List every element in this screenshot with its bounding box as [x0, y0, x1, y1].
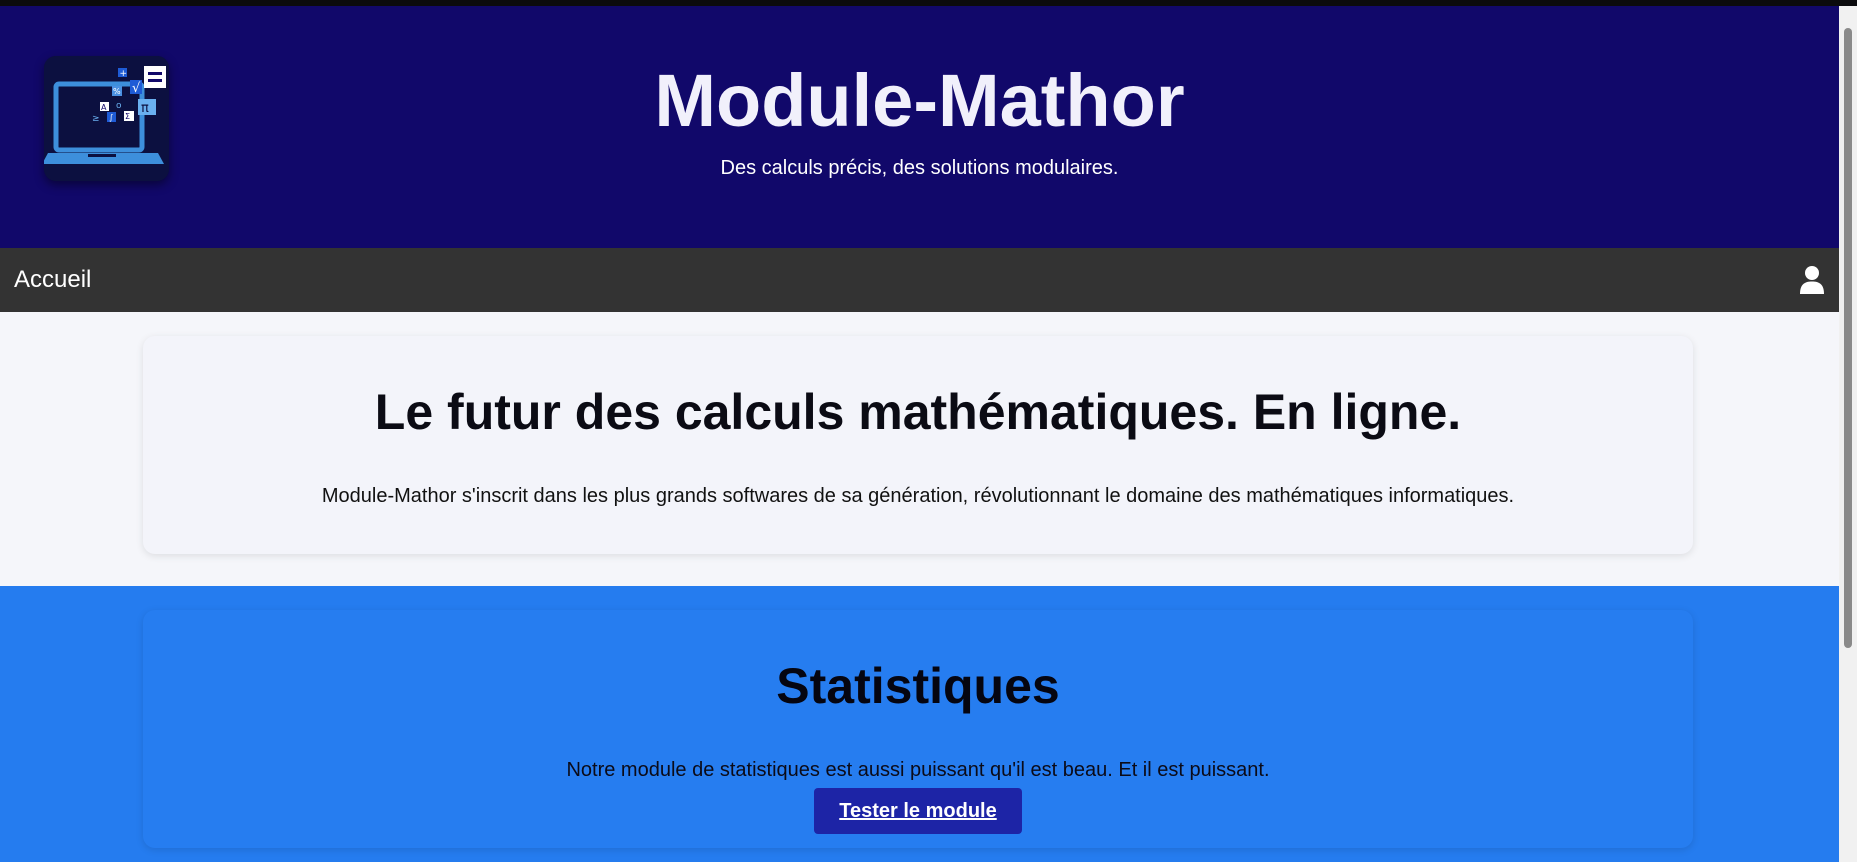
scrollbar-thumb[interactable]: [1844, 28, 1852, 648]
nav-home-link[interactable]: Accueil: [14, 265, 91, 295]
stats-heading: Statistiques: [776, 658, 1060, 714]
site-title: Module-Mathor: [654, 59, 1185, 142]
navbar: Accueil: [0, 248, 1839, 312]
page-scrollbar[interactable]: [1839, 6, 1857, 862]
site-tagline: Des calculs précis, des solutions modula…: [720, 157, 1119, 179]
page: √ + % π o A Σ ≥ ∫ Module-Mathor Des calc…: [0, 6, 1839, 862]
test-module-button[interactable]: Tester le module: [814, 788, 1022, 834]
stats-section: Statistiques Notre module de statistique…: [0, 586, 1839, 862]
stats-text: Notre module de statistiques est aussi p…: [566, 759, 1270, 781]
intro-section: Le futur des calculs mathématiques. En l…: [0, 312, 1839, 586]
stats-card: Statistiques Notre module de statistique…: [143, 610, 1693, 848]
user-icon[interactable]: [1799, 265, 1825, 295]
intro-heading: Le futur des calculs mathématiques. En l…: [374, 384, 1462, 440]
intro-text: Module-Mathor s'inscrit dans les plus gr…: [321, 485, 1515, 507]
site-header: √ + % π o A Σ ≥ ∫ Module-Mathor Des calc…: [0, 6, 1839, 248]
intro-card: Le futur des calculs mathématiques. En l…: [143, 336, 1693, 554]
